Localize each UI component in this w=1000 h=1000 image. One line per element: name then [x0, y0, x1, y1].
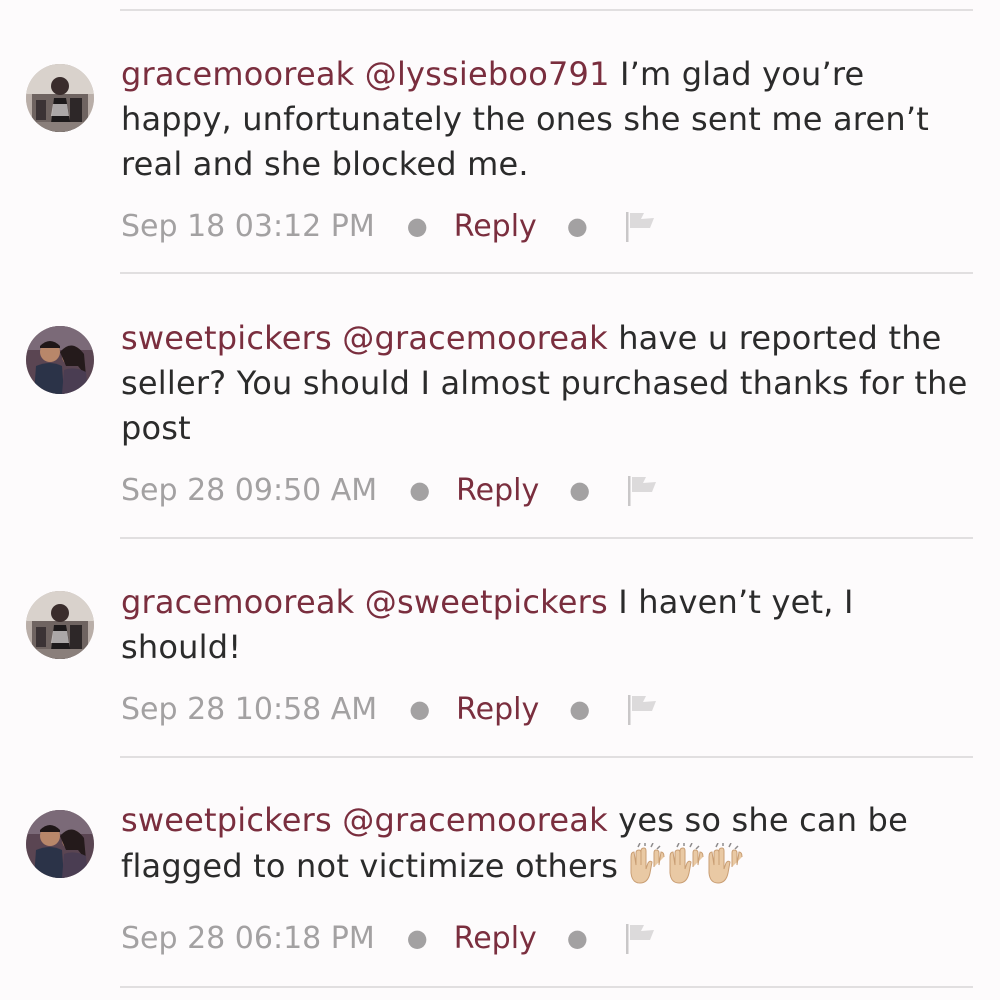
divider [120, 986, 973, 988]
comment-text: sweetpickers @gracemooreak yes so she ca… [121, 798, 983, 889]
username-link[interactable]: sweetpickers [121, 801, 332, 839]
timestamp: Sep 18 03:12 PM [121, 208, 375, 244]
reply-button[interactable]: Reply [454, 921, 537, 956]
separator-dot: ● [569, 695, 591, 723]
flag-icon[interactable] [626, 692, 658, 726]
timestamp: Sep 28 10:58 AM [121, 691, 378, 727]
username-link[interactable]: sweetpickers [121, 319, 332, 357]
flag-icon[interactable] [624, 209, 656, 243]
separator-dot: ● [409, 476, 431, 504]
separator-dot: ● [566, 924, 588, 952]
raising-hands-icon [628, 843, 745, 885]
username-link[interactable]: gracemooreak [121, 55, 354, 93]
comment-meta: Sep 28 06:18 PM ● Reply ● [121, 918, 656, 958]
comment-text: gracemooreak @lyssieboo791 I’m glad you’… [121, 52, 983, 187]
reply-button[interactable]: Reply [456, 473, 539, 508]
comment-text: sweetpickers @gracemooreak have u report… [121, 316, 983, 451]
separator-dot: ● [566, 212, 588, 240]
mention-link[interactable]: @gracemooreak [342, 801, 608, 839]
separator-dot: ● [569, 476, 591, 504]
mention-link[interactable]: @gracemooreak [342, 319, 608, 357]
mention-link[interactable]: @sweetpickers [365, 583, 608, 621]
reply-button[interactable]: Reply [456, 692, 539, 727]
separator-dot: ● [406, 212, 428, 240]
timestamp: Sep 28 06:18 PM [121, 920, 375, 956]
comment-meta: Sep 18 03:12 PM ● Reply ● [121, 206, 656, 246]
user-avatar[interactable] [26, 326, 94, 394]
divider [120, 9, 973, 11]
separator-dot: ● [406, 924, 428, 952]
user-avatar[interactable] [26, 810, 94, 878]
flag-icon[interactable] [626, 473, 658, 507]
username-link[interactable]: gracemooreak [121, 583, 354, 621]
user-avatar[interactable] [26, 64, 94, 132]
separator-dot: ● [409, 695, 431, 723]
comment-meta: Sep 28 09:50 AM ● Reply ● [121, 470, 658, 510]
divider [120, 756, 973, 758]
divider [120, 537, 973, 539]
divider [120, 272, 973, 274]
flag-icon[interactable] [624, 921, 656, 955]
reply-button[interactable]: Reply [454, 209, 537, 244]
comment-text: gracemooreak @sweetpickers I haven’t yet… [121, 580, 983, 670]
comment-meta: Sep 28 10:58 AM ● Reply ● [121, 689, 658, 729]
mention-link[interactable]: @lyssieboo791 [365, 55, 610, 93]
user-avatar[interactable] [26, 591, 94, 659]
timestamp: Sep 28 09:50 AM [121, 472, 378, 508]
comment-feed: gracemooreak @lyssieboo791 I’m glad you’… [0, 0, 1000, 1000]
